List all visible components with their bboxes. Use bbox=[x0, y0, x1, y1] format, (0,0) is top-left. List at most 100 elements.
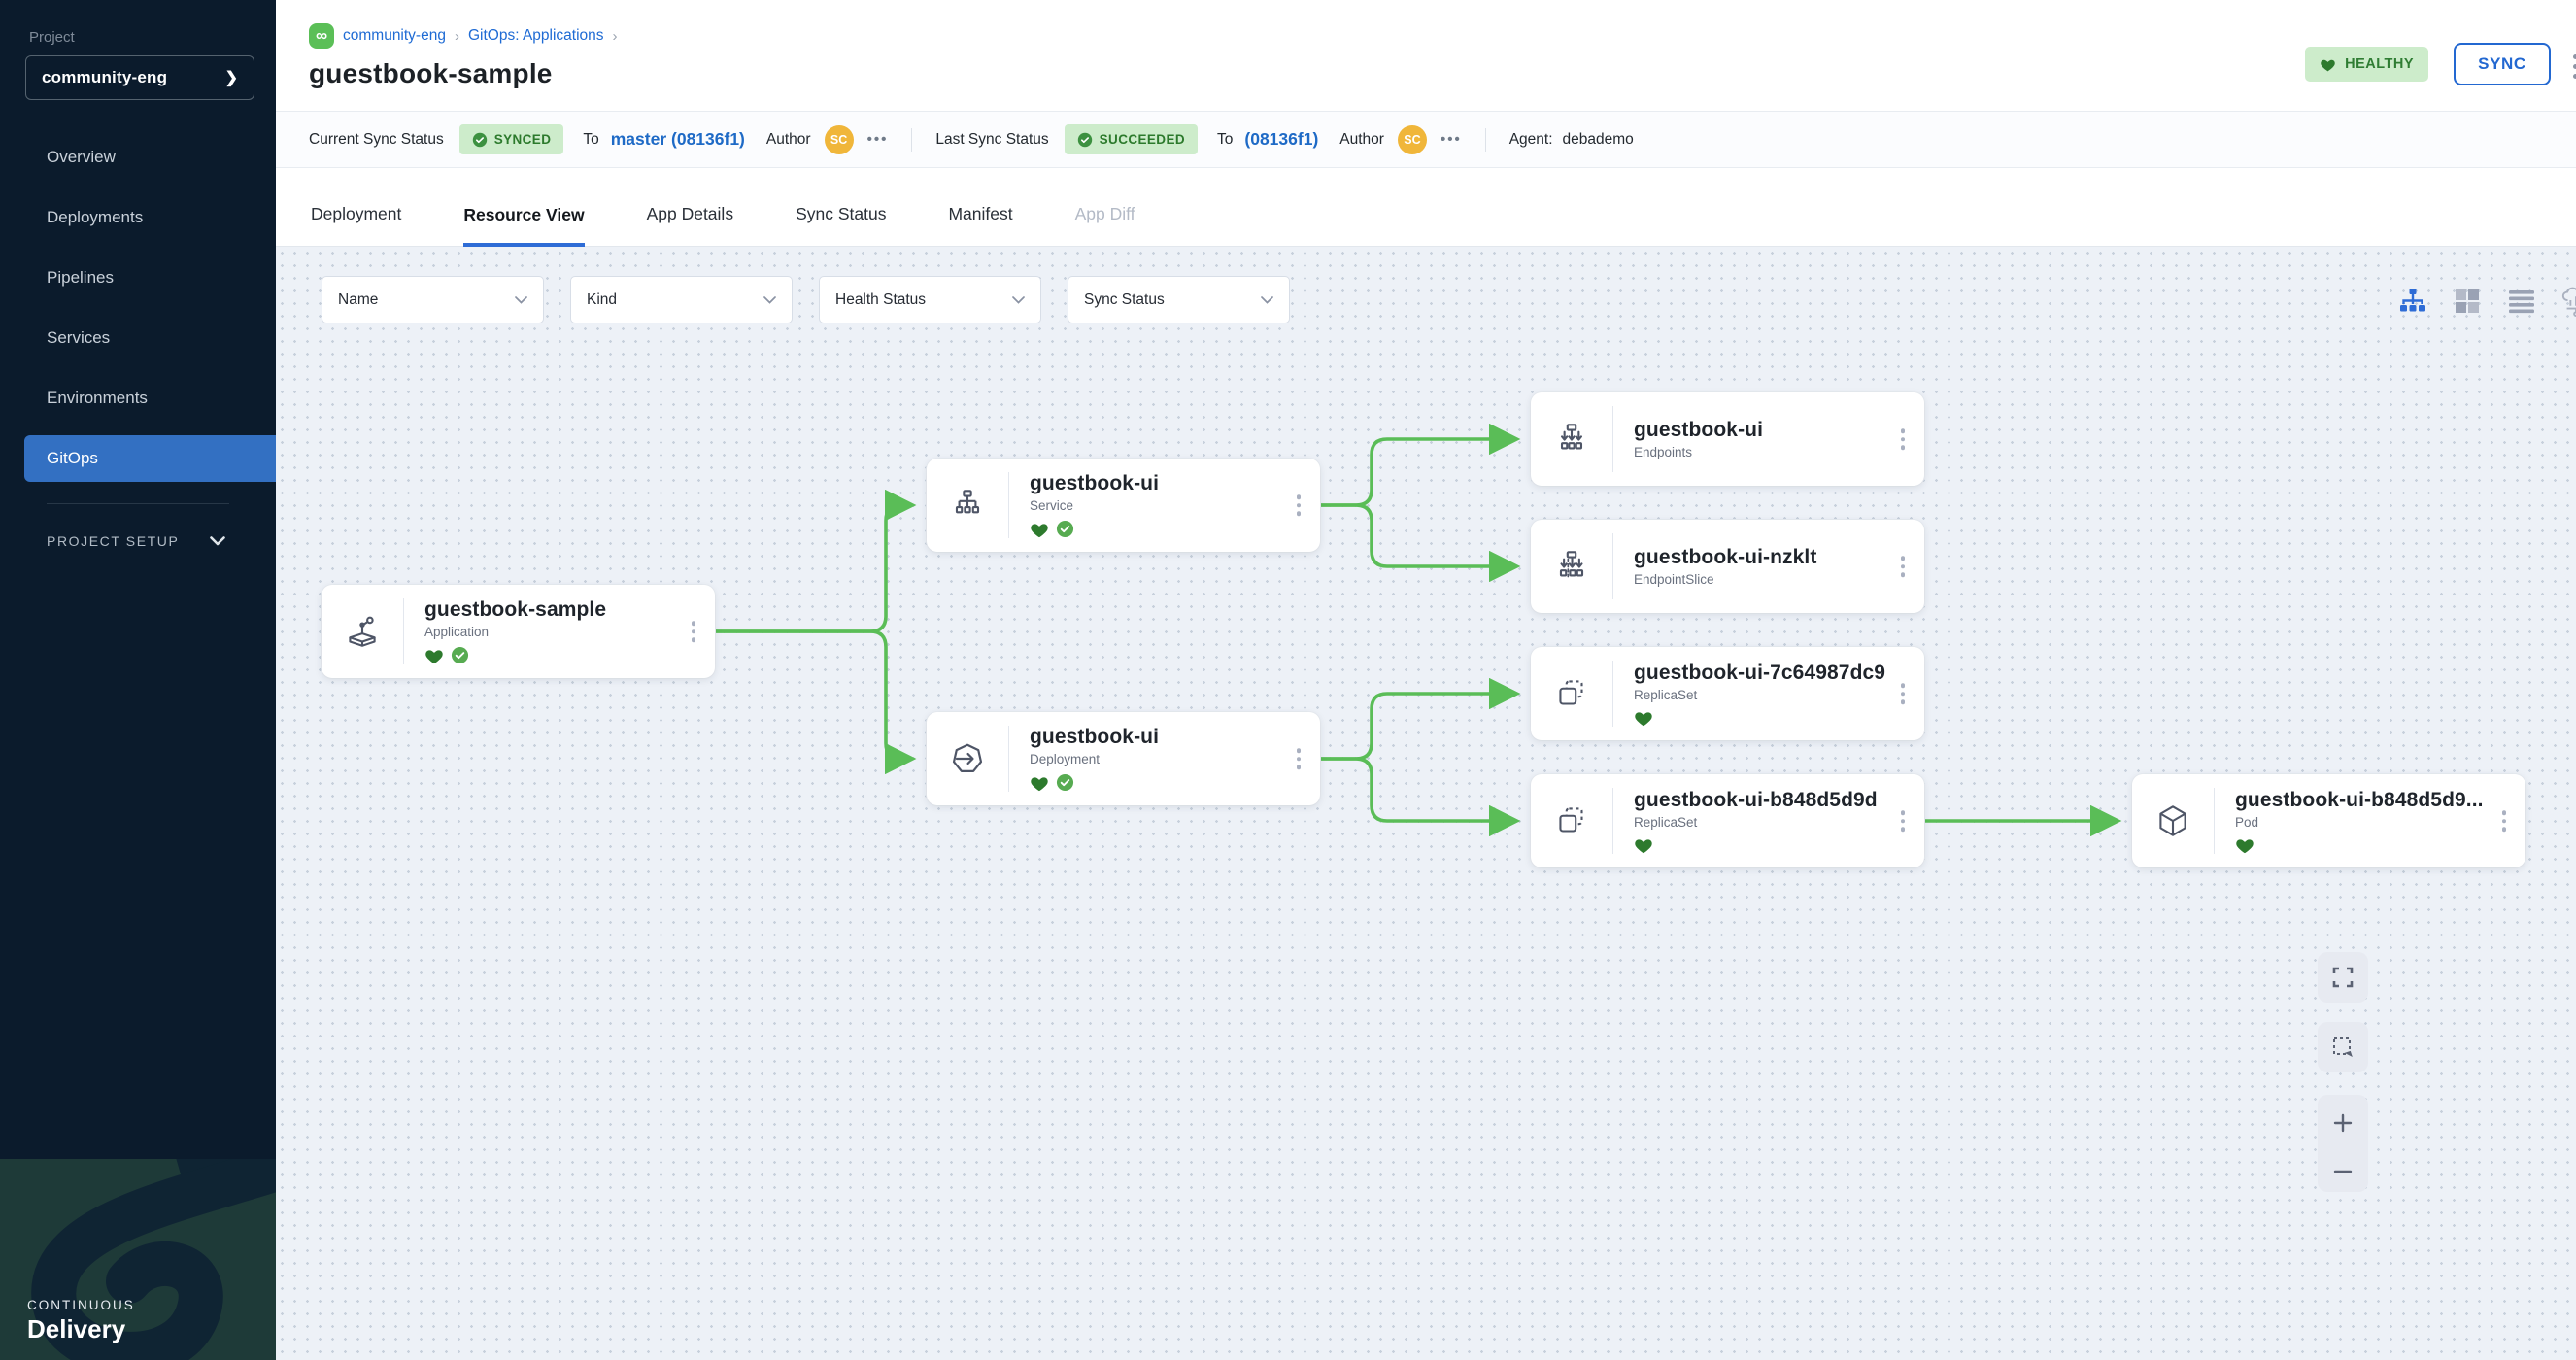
graph-node-application[interactable]: guestbook-sample Application bbox=[322, 585, 715, 678]
node-kind: Deployment bbox=[1030, 752, 1320, 766]
node-kebab-menu-icon[interactable] bbox=[1897, 425, 1910, 454]
health-badge-label: HEALTHY bbox=[2345, 56, 2414, 72]
check-circle-icon bbox=[1077, 132, 1093, 148]
tab-deployment[interactable]: Deployment bbox=[311, 204, 401, 246]
synced-check-icon bbox=[451, 646, 469, 664]
list-view-icon[interactable] bbox=[2506, 286, 2537, 317]
breadcrumb-separator: › bbox=[613, 28, 618, 45]
graph-node-replicaset-7c64987dc9[interactable]: guestbook-ui-7c64987dc9 ReplicaSet bbox=[1531, 647, 1924, 740]
tab-manifest[interactable]: Manifest bbox=[948, 204, 1012, 246]
healthy-heart-icon bbox=[424, 647, 444, 664]
sidebar-item-gitops[interactable]: GitOps bbox=[24, 435, 276, 482]
sidebar-item-overview[interactable]: Overview bbox=[0, 127, 276, 187]
agent-value: debademo bbox=[1563, 131, 1634, 149]
agent-label: Agent: bbox=[1509, 131, 1553, 149]
node-kebab-menu-icon[interactable] bbox=[1293, 491, 1305, 520]
heart-icon bbox=[2320, 57, 2336, 72]
filter-row: Name Kind Health Status Sync Status bbox=[322, 276, 1290, 323]
filter-label: Sync Status bbox=[1084, 291, 1165, 309]
tab-app-details[interactable]: App Details bbox=[647, 204, 734, 246]
sidebar-item-environments[interactable]: Environments bbox=[0, 368, 276, 428]
node-kind: Application bbox=[424, 625, 715, 639]
sidebar-item-pipelines[interactable]: Pipelines bbox=[0, 248, 276, 308]
grid-view-icon[interactable] bbox=[2452, 286, 2483, 317]
chevron-down-icon bbox=[1012, 296, 1025, 304]
graph-node-endpoints[interactable]: guestbook-ui Endpoints bbox=[1531, 392, 1924, 486]
filter-health-status-dropdown[interactable]: Health Status bbox=[819, 276, 1041, 323]
node-title: guestbook-ui-nzklt bbox=[1634, 546, 1924, 569]
node-kebab-menu-icon[interactable] bbox=[1897, 552, 1910, 581]
node-status-icons bbox=[1030, 520, 1320, 538]
node-kind: EndpointSlice bbox=[1634, 572, 1924, 587]
sidebar-item-label: Environments bbox=[47, 389, 148, 408]
succeeded-badge-label: SUCCEEDED bbox=[1100, 132, 1185, 147]
filter-label: Kind bbox=[587, 291, 617, 309]
node-title: guestbook-ui-b848d5d9... bbox=[2235, 789, 2525, 812]
node-title: guestbook-ui-b848d5d9d bbox=[1634, 789, 1924, 812]
tab-resource-view[interactable]: Resource View bbox=[463, 205, 584, 247]
node-status-icons bbox=[1634, 836, 1924, 854]
zoom-in-icon[interactable] bbox=[2331, 1111, 2355, 1135]
cloud-network-view-icon[interactable] bbox=[2560, 286, 2576, 317]
to-label: To bbox=[1217, 131, 1233, 149]
view-toggles bbox=[2397, 286, 2576, 317]
graph-node-deployment[interactable]: guestbook-ui Deployment bbox=[927, 712, 1320, 805]
chevron-right-icon: ❯ bbox=[225, 68, 238, 87]
tree-view-icon[interactable] bbox=[2397, 286, 2428, 317]
more-dots[interactable]: ••• bbox=[1441, 131, 1462, 148]
chevron-down-icon bbox=[210, 536, 225, 546]
chevron-down-icon bbox=[763, 296, 776, 304]
project-setup-toggle[interactable]: PROJECT SETUP bbox=[0, 533, 276, 549]
replicaset-icon bbox=[1531, 774, 1612, 867]
synced-badge: SYNCED bbox=[459, 124, 564, 154]
author-label: Author bbox=[766, 131, 811, 149]
to-label: To bbox=[583, 131, 598, 149]
node-status-icons bbox=[2235, 836, 2525, 854]
node-kebab-menu-icon[interactable] bbox=[1897, 806, 1910, 835]
current-commit-link[interactable]: master (08136f1) bbox=[611, 129, 745, 150]
graph-node-service[interactable]: guestbook-ui Service bbox=[927, 459, 1320, 552]
last-commit-link[interactable]: (08136f1) bbox=[1244, 129, 1318, 150]
selection-marquee-button[interactable] bbox=[2318, 1022, 2368, 1072]
header-actions: HEALTHY SYNC bbox=[2305, 43, 2551, 85]
sidebar-item-services[interactable]: Services bbox=[0, 308, 276, 368]
last-sync-status-label: Last Sync Status bbox=[935, 131, 1048, 149]
pod-icon bbox=[2132, 774, 2214, 867]
tab-app-diff[interactable]: App Diff bbox=[1075, 204, 1135, 246]
application-icon bbox=[322, 585, 403, 678]
filter-label: Health Status bbox=[835, 291, 926, 309]
sidebar-item-label: Deployments bbox=[47, 208, 143, 227]
project-selector[interactable]: community-eng ❯ bbox=[25, 55, 254, 100]
tab-sync-status[interactable]: Sync Status bbox=[796, 204, 886, 246]
node-kind: Endpoints bbox=[1634, 445, 1924, 459]
healthy-heart-icon bbox=[1634, 836, 1653, 854]
node-kind: ReplicaSet bbox=[1634, 815, 1924, 830]
sidebar-item-label: Overview bbox=[47, 148, 116, 167]
node-kebab-menu-icon[interactable] bbox=[2498, 806, 2511, 835]
node-kebab-menu-icon[interactable] bbox=[1897, 679, 1910, 708]
divider bbox=[1485, 128, 1486, 152]
node-kebab-menu-icon[interactable] bbox=[1293, 744, 1305, 773]
graph-node-pod[interactable]: guestbook-ui-b848d5d9... Pod bbox=[2132, 774, 2525, 867]
node-kebab-menu-icon[interactable] bbox=[688, 617, 700, 646]
author-label: Author bbox=[1339, 131, 1384, 149]
healthy-heart-icon bbox=[1030, 521, 1049, 538]
author-avatar[interactable]: SC bbox=[825, 125, 854, 154]
breadcrumb-section-link[interactable]: GitOps: Applications bbox=[468, 27, 604, 45]
more-dots[interactable]: ••• bbox=[867, 131, 889, 148]
sync-button[interactable]: SYNC bbox=[2454, 43, 2551, 85]
sync-status-bar: Current Sync Status SYNCED To master (08… bbox=[276, 111, 2576, 168]
filter-sync-status-dropdown[interactable]: Sync Status bbox=[1068, 276, 1290, 323]
graph-node-endpointslice[interactable]: guestbook-ui-nzklt EndpointSlice bbox=[1531, 520, 1924, 613]
fullscreen-button[interactable] bbox=[2318, 952, 2368, 1003]
replicaset-icon bbox=[1531, 647, 1612, 740]
zoom-out-icon[interactable] bbox=[2331, 1168, 2355, 1175]
breadcrumb-project-link[interactable]: community-eng bbox=[343, 27, 446, 45]
resource-graph-canvas: Name Kind Health Status Sync Status bbox=[276, 247, 2576, 1360]
author-avatar[interactable]: SC bbox=[1398, 125, 1427, 154]
graph-node-replicaset-b848d5d9d[interactable]: guestbook-ui-b848d5d9d ReplicaSet bbox=[1531, 774, 1924, 867]
filter-kind-dropdown[interactable]: Kind bbox=[570, 276, 793, 323]
node-title: guestbook-ui bbox=[1030, 472, 1320, 495]
filter-name-dropdown[interactable]: Name bbox=[322, 276, 544, 323]
sidebar-item-deployments[interactable]: Deployments bbox=[0, 187, 276, 248]
